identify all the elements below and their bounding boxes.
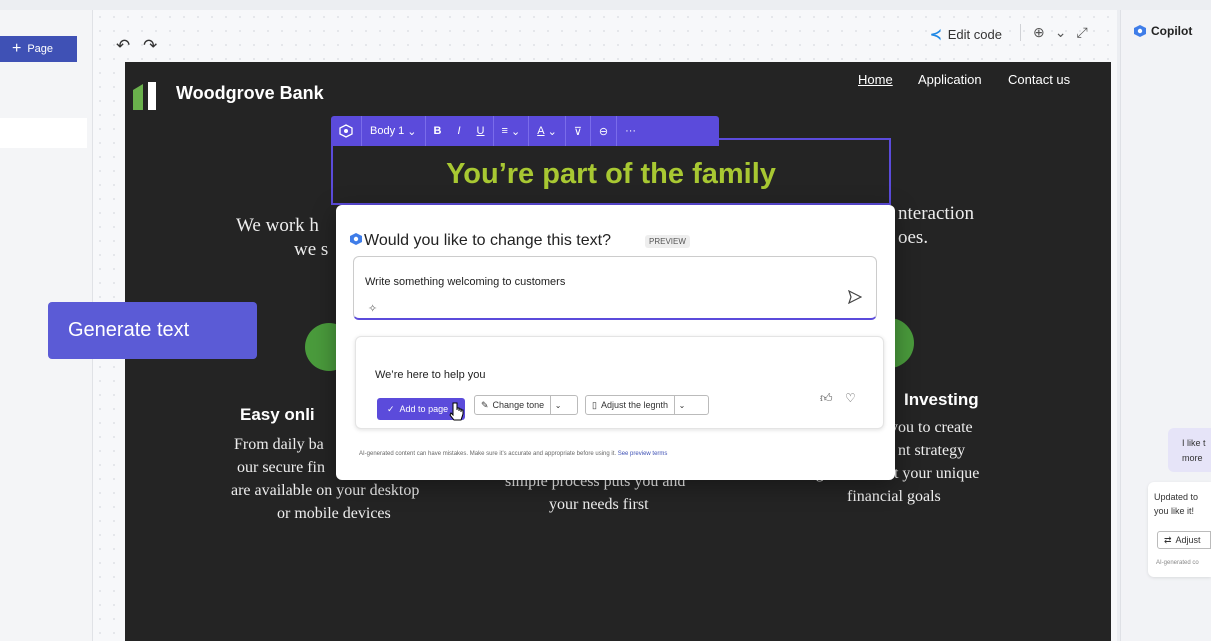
nav-application-link[interactable]: Application (918, 72, 982, 87)
dialog-title: Would you like to change this text? (364, 232, 611, 249)
undo-icon[interactable]: ↶ (116, 36, 130, 56)
copilot-response-line-1: Updated to (1154, 492, 1199, 502)
feature-text-investing-2: nt strategy (898, 442, 966, 459)
user-message-line-2: more (1182, 453, 1203, 463)
intro-text-left-1: We work h (236, 215, 319, 236)
add-page-button[interactable]: + Page (0, 36, 77, 62)
zoom-icon[interactable]: ⊕ (1033, 24, 1045, 41)
chevron-down-icon[interactable]: ⌄ (674, 396, 689, 414)
zoom-controls: ⊕ ⌄ ⤢ (1020, 24, 1088, 41)
brand-name: Woodgrove Bank (176, 83, 324, 103)
highlight-button[interactable]: ⊽ (566, 116, 591, 146)
highlighter-icon: ⊽ (573, 125, 582, 138)
align-icon: ≡ (501, 125, 508, 137)
sparkle-icon[interactable]: ✧ (368, 302, 377, 315)
change-tone-label: Change tone (492, 400, 545, 410)
prompt-input[interactable] (353, 256, 877, 320)
copilot-icon[interactable] (331, 116, 362, 146)
feature-text-online-1: From daily ba (234, 436, 324, 453)
copilot-response: Updated to you like it! (1154, 490, 1198, 518)
user-message-line-1: I like t (1182, 438, 1206, 448)
selected-page-item[interactable] (0, 118, 87, 148)
feature-text-online-2: our secure fin (237, 459, 325, 476)
send-icon[interactable] (848, 290, 862, 304)
copilot-icon (350, 233, 362, 245)
copilot-title: Copilot (1151, 24, 1193, 38)
change-tone-option[interactable]: ✎ Change tone (475, 396, 550, 414)
change-tone-dropdown[interactable]: ✎ Change tone ⌄ (474, 395, 578, 415)
feature-text-middle-2: your needs first (549, 496, 649, 513)
thumbs-up-icon[interactable]: 👍︎ (820, 391, 833, 406)
woodgrove-logo (133, 82, 156, 110)
preview-badge: PREVIEW (645, 235, 690, 248)
link-icon: ⊖ (598, 125, 609, 138)
nav-home-link[interactable]: Home (858, 72, 893, 87)
suggestion-text: We’re here to help you (375, 369, 486, 381)
feature-text-online-3: are available on your desktop (231, 482, 420, 499)
copilot-response-line-2: you like it! (1154, 506, 1195, 516)
font-color-icon: A (537, 125, 545, 137)
length-icon: ▯ (592, 399, 597, 410)
intro-text-right-2: oes. (898, 227, 929, 248)
text-format-toolbar: Body 1 ⌄ B I U ≡ ⌄ A ⌄ ⊽ ⊖ ··· (331, 116, 719, 146)
adjust-icon: ⇄ (1164, 534, 1172, 545)
vscode-icon: ≺ (930, 26, 942, 42)
disclaimer-text: AI-generated content can have mistakes. … (359, 451, 617, 457)
copilot-header: Copilot (1134, 24, 1192, 38)
add-to-page-label: Add to page (399, 404, 449, 414)
redo-icon[interactable]: ↷ (143, 36, 157, 56)
italic-button[interactable]: I (449, 116, 468, 146)
edit-code-button[interactable]: ≺ Edit code (930, 26, 1002, 43)
copilot-adjust-button[interactable]: ⇄ Adjust (1157, 531, 1211, 549)
adjust-length-option[interactable]: ▯ Adjust the legnth (586, 396, 674, 414)
user-message: I like t more (1182, 436, 1206, 466)
expand-icon[interactable]: ⤢ (1076, 24, 1087, 41)
nav-contact-link[interactable]: Contact us (1008, 72, 1070, 87)
feature-title-online: Easy onli (240, 405, 315, 424)
check-icon: ✓ (387, 403, 395, 414)
feature-text-online-4: or mobile devices (277, 505, 391, 522)
intro-text-right-1: nteraction (898, 203, 974, 224)
feature-title-investing: Investing (904, 390, 979, 409)
feature-text-investing-4: financial goals (847, 488, 941, 505)
text-style-label: Body 1 (370, 125, 405, 137)
adjust-length-dropdown[interactable]: ▯ Adjust the legnth ⌄ (585, 395, 709, 415)
align-dropdown[interactable]: ≡ ⌄ (494, 116, 530, 146)
tone-icon: ✎ (481, 399, 489, 410)
bold-button[interactable]: B (426, 116, 450, 146)
add-page-label: Page (27, 43, 54, 55)
ai-disclaimer: AI-generated content can have mistakes. … (359, 451, 667, 457)
copilot-icon (1134, 25, 1146, 37)
underline-button[interactable]: U (469, 116, 494, 146)
text-style-dropdown[interactable]: Body 1 ⌄ (362, 116, 426, 146)
preview-terms-link[interactable]: See preview terms (618, 451, 668, 457)
adjust-length-label: Adjust the legnth (600, 400, 669, 410)
prompt-text[interactable]: Write something welcoming to customers (365, 276, 565, 288)
thumbs-down-icon[interactable]: ♡ (845, 391, 856, 405)
font-color-dropdown[interactable]: A ⌄ (529, 116, 566, 146)
copilot-adjust-label: Adjust (1175, 535, 1201, 545)
intro-text-left-2: we s (294, 239, 329, 260)
mouse-cursor-icon (449, 402, 464, 421)
chevron-down-icon[interactable]: ⌄ (1055, 24, 1067, 41)
edit-code-label: Edit code (947, 27, 1002, 42)
plus-icon: + (12, 40, 22, 57)
generate-text-callout: Generate text (48, 302, 257, 359)
chevron-down-icon[interactable]: ⌄ (550, 396, 565, 414)
page-heading[interactable]: You’re part of the family (331, 158, 891, 191)
copilot-disclaimer: AI-generated co (1156, 560, 1199, 566)
link-button[interactable]: ⊖ (591, 116, 618, 146)
more-options-button[interactable]: ··· (617, 116, 644, 146)
